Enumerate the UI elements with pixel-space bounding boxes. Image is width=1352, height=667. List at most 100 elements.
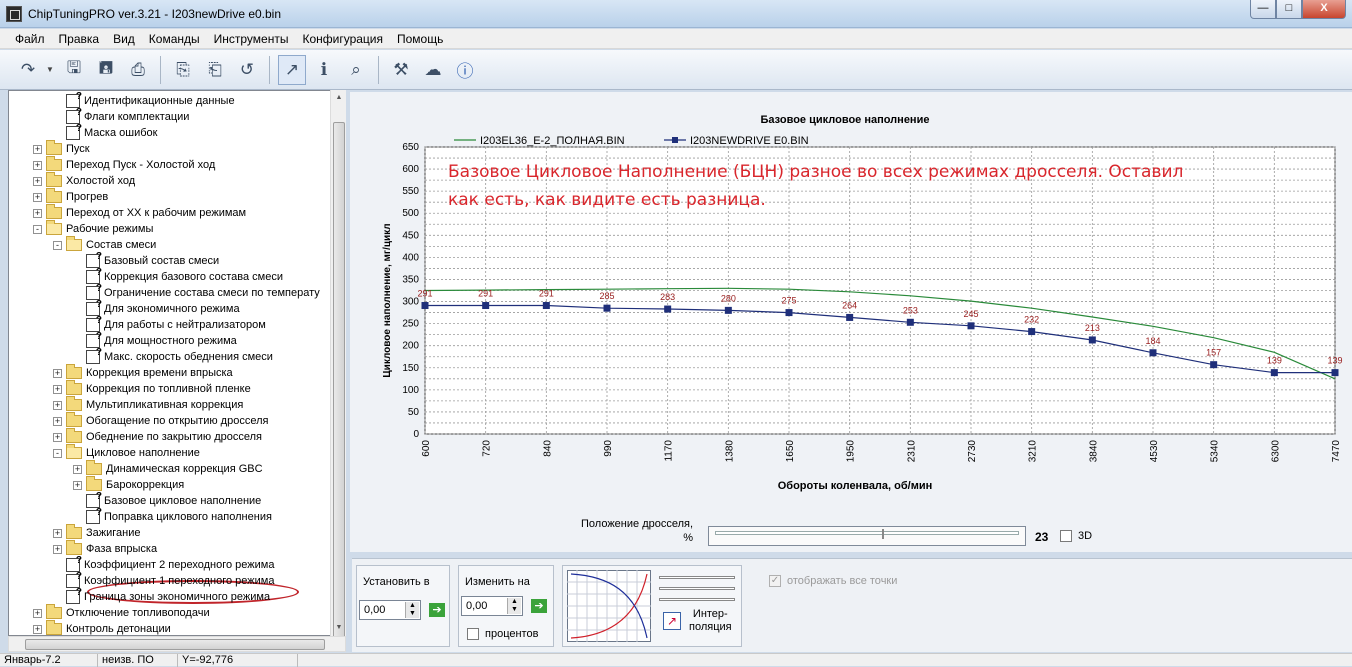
tree-item[interactable]: Коэффициент 1 переходного режима [53, 572, 274, 589]
tools-panel: Установить в 0,00 ▲ ▼ ➔ Изменить на 0,00 … [352, 558, 1352, 652]
expand-icon[interactable]: + [33, 176, 42, 186]
expand-icon[interactable]: + [73, 464, 82, 474]
tree-item[interactable]: + Мультипликативная коррекция [53, 396, 243, 413]
save-as-icon[interactable]: 🖪 [92, 55, 120, 85]
undo-icon[interactable]: ↺ [233, 55, 261, 85]
expand-icon[interactable]: + [33, 208, 42, 218]
scroll-up-icon[interactable]: ▲ [331, 90, 347, 106]
tree-item[interactable]: Коррекция базового состава смеси [73, 268, 283, 285]
expand-icon[interactable]: + [33, 192, 42, 202]
navigation-tree[interactable]: Идентификационные данные Флаги комплектац… [8, 90, 346, 636]
change-value-input[interactable]: 0,00 ▲ ▼ [461, 596, 523, 616]
tree-item[interactable]: + Коррекция по топливной пленке [53, 380, 251, 397]
save-icon[interactable]: 🖫 [60, 55, 88, 85]
expand-icon[interactable]: + [53, 400, 62, 410]
tree-item[interactable]: Макс. скорость обеднения смеси [73, 348, 273, 365]
expand-icon[interactable]: + [33, 144, 42, 154]
expand-icon[interactable]: + [53, 432, 62, 442]
expand-icon[interactable]: + [53, 384, 62, 394]
copy-icon[interactable]: ⎘ [169, 55, 197, 85]
tree-item[interactable]: + Переход от ХХ к рабочим режимам [33, 204, 246, 221]
tree-item[interactable]: + Холостой ход [33, 172, 135, 189]
tree-item[interactable]: Граница зоны экономичного режима [53, 588, 270, 605]
tree-item[interactable]: Базовый состав смеси [73, 252, 219, 269]
tree-item[interactable]: + Переход Пуск - Холостой ход [33, 156, 215, 173]
menu-commands[interactable]: Команды [142, 32, 207, 46]
tree-item[interactable]: + Коррекция времени впрыска [53, 364, 233, 381]
set-value-input[interactable]: 0,00 ▲ ▼ [359, 600, 421, 620]
menu-edit[interactable]: Правка [52, 32, 107, 46]
tree-item[interactable]: + Зажигание [53, 524, 141, 541]
network-icon[interactable]: ☁ [419, 55, 447, 85]
scroll-thumb[interactable] [25, 639, 325, 650]
expand-icon[interactable]: + [53, 416, 62, 426]
maximize-button[interactable]: □ [1276, 0, 1302, 19]
menu-view[interactable]: Вид [106, 32, 142, 46]
tree-item[interactable]: + Пуск [33, 140, 90, 157]
expand-icon[interactable]: + [33, 624, 42, 634]
x-tick-label: 5340 [1210, 440, 1221, 463]
throttle-slider[interactable] [708, 526, 1026, 546]
expand-icon[interactable]: + [73, 480, 82, 490]
minimize-button[interactable]: — [1250, 0, 1276, 19]
tree-item[interactable]: + Прогрев [33, 188, 108, 205]
tree-item-label: Состав смеси [86, 239, 157, 251]
tree-item[interactable]: Ограничение состава смеси по температу [73, 284, 320, 301]
collapse-icon[interactable]: - [53, 240, 62, 250]
collapse-icon[interactable]: - [33, 224, 42, 234]
tree-horizontal-scrollbar[interactable] [8, 636, 346, 652]
expand-icon[interactable]: + [33, 608, 42, 618]
tree-item[interactable]: + Контроль детонации [33, 620, 171, 635]
chevron-down-icon[interactable]: ▼ [46, 65, 56, 74]
apply-set-button[interactable]: ➔ [429, 603, 445, 617]
spin-arrows-icon[interactable]: ▲ ▼ [507, 598, 521, 614]
tree-item[interactable]: - Цикловое наполнение [53, 444, 200, 461]
expand-icon[interactable]: + [53, 368, 62, 378]
folder-icon [46, 620, 62, 635]
data-point [482, 302, 490, 310]
tree-item[interactable]: Поправка циклового наполнения [73, 508, 272, 525]
tree-item[interactable]: + Барокоррекция [73, 476, 184, 493]
paste-icon[interactable]: ⎗ [201, 55, 229, 85]
interpolation-button[interactable]: ↗ [663, 612, 681, 630]
open-icon[interactable]: ↷ [14, 55, 42, 85]
tree-item[interactable]: - Рабочие режимы [33, 220, 153, 237]
tree-item[interactable]: Маска ошибок [53, 124, 157, 141]
tree-item[interactable]: + Динамическая коррекция GBC [73, 460, 263, 477]
apply-change-button[interactable]: ➔ [531, 599, 547, 613]
interpolation-curve-icon[interactable] [567, 570, 651, 642]
tree-item[interactable]: - Состав смеси [53, 236, 157, 253]
menu-configuration[interactable]: Конфигурация [295, 32, 390, 46]
help-icon[interactable]: ⓘ [451, 55, 479, 85]
close-button[interactable]: X [1302, 0, 1346, 19]
menu-help[interactable]: Помощь [390, 32, 450, 46]
info-icon[interactable]: ℹ [310, 55, 338, 85]
tree-item[interactable]: + Обогащение по открытию дросселя [53, 412, 268, 429]
percent-checkbox[interactable] [467, 628, 479, 640]
tree-item[interactable]: + Отключение топливоподачи [33, 604, 210, 621]
interp-slider-icon[interactable] [659, 572, 735, 602]
tree-item[interactable]: Флаги комплектации [53, 108, 189, 125]
settings-icon[interactable]: ⚒ [387, 55, 415, 85]
scroll-down-icon[interactable]: ▼ [331, 620, 347, 636]
folder-icon [86, 476, 102, 491]
show-all-points-checkbox[interactable]: ✓ [769, 575, 781, 587]
slider-knob[interactable] [882, 529, 885, 539]
menu-tools[interactable]: Инструменты [207, 32, 296, 46]
print-icon[interactable]: ⎙ [124, 55, 152, 85]
spin-arrows-icon[interactable]: ▲ ▼ [405, 602, 419, 618]
expand-icon[interactable]: + [33, 160, 42, 170]
search-icon[interactable]: ⌕ [342, 55, 370, 85]
tree-item[interactable]: + Обеднение по закрытию дросселя [53, 428, 262, 445]
expand-icon[interactable]: + [53, 544, 62, 554]
scroll-thumb[interactable] [333, 122, 345, 642]
tree-item[interactable]: Коэффициент 2 переходного режима [53, 556, 274, 573]
chart-view-icon[interactable]: ↗ [278, 54, 306, 85]
x-tick-label: 2310 [906, 440, 917, 463]
tree-vertical-scrollbar[interactable]: ▲ ▼ [330, 90, 347, 642]
menu-file[interactable]: Файл [8, 32, 52, 46]
tree-item[interactable]: + Фаза впрыска [53, 540, 157, 557]
collapse-icon[interactable]: - [53, 448, 62, 458]
expand-icon[interactable]: + [53, 528, 62, 538]
checkbox-3d[interactable] [1060, 530, 1072, 542]
